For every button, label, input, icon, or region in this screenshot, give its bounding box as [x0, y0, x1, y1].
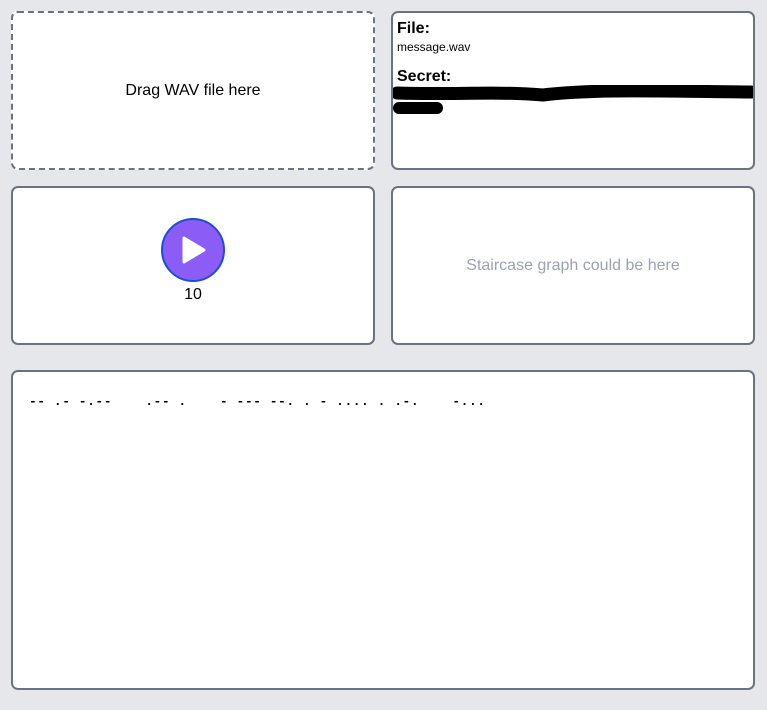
file-label: File:: [397, 20, 430, 37]
staircase-graph-panel: Staircase graph could be here: [391, 186, 755, 345]
secret-label: Secret:: [397, 68, 452, 85]
play-button[interactable]: [161, 217, 225, 282]
player-panel: 10: [11, 186, 375, 345]
graph-placeholder: Staircase graph could be here: [466, 256, 680, 274]
dropzone-label: Drag WAV file here: [125, 81, 261, 99]
wav-dropzone[interactable]: Drag WAV file here: [11, 11, 375, 170]
secret-value-container: ...t..the...: [393, 85, 753, 127]
play-counter: 10: [184, 285, 202, 303]
morse-output-text: -- .- -.-- .-- . - --- --. . - .... . .-…: [29, 394, 486, 409]
redaction-scribble: [393, 85, 753, 114]
file-info-panel: File: message.wav Secret: ...t..the...: [391, 11, 755, 170]
morse-output-panel: -- .- -.-- .-- . - --- --. . - .... . .-…: [11, 370, 755, 690]
play-icon: [182, 236, 206, 263]
file-name: message.wav: [397, 40, 471, 54]
